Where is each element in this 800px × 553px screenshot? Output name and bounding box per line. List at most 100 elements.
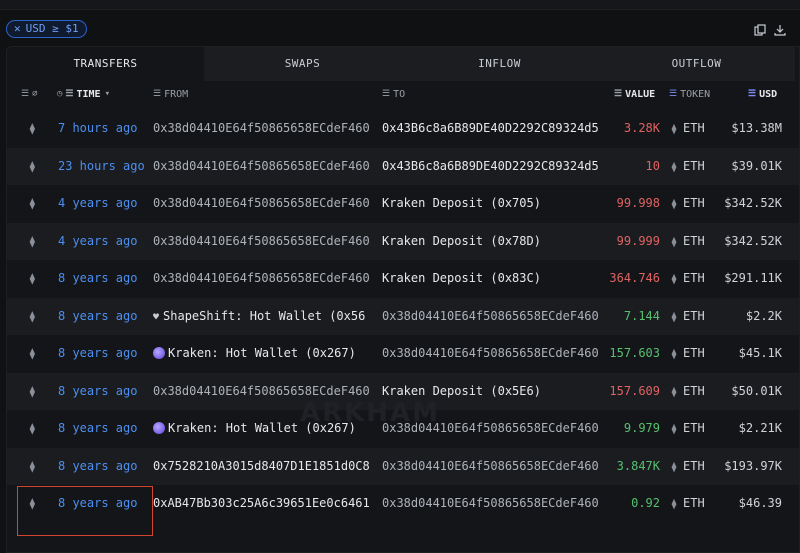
time-link[interactable]: 8 years ago [58, 335, 153, 373]
value-amount: 3.847K [616, 458, 660, 473]
ethereum-icon: ⧫ [671, 236, 678, 248]
ethereum-icon: ⧫ [29, 459, 36, 473]
arkham-watermark: ARKHAM [300, 398, 441, 428]
usd-amount: $46.39 [738, 496, 782, 510]
value-amount: 0.92 [631, 496, 660, 510]
ethereum-icon: ⧫ [29, 347, 36, 360]
copy-icon[interactable] [754, 24, 766, 36]
token-header[interactable]: ☰ TOKEN [669, 81, 710, 107]
value-amount: 157.609 [609, 383, 660, 398]
tab-inflow[interactable]: INFLOW [401, 47, 598, 81]
time-link[interactable]: 8 years ago [58, 448, 153, 486]
ethereum-icon: ⧫ [671, 199, 678, 210]
time-link[interactable]: 8 years ago [58, 260, 153, 298]
ethereum-icon: ⧫ [29, 384, 36, 398]
value-amount: 3.28K [623, 121, 660, 135]
filter-icon: ☰ [669, 89, 677, 99]
from-address[interactable]: 0x38d04410E64f50865658ECdeF460 [153, 185, 373, 223]
time-link[interactable]: 7 hours ago [58, 110, 153, 148]
top-bar [0, 0, 800, 10]
chain-filter[interactable]: ☰ ⌀ [21, 81, 38, 107]
from-header[interactable]: ☰ FROM [153, 81, 188, 107]
from-address[interactable]: 0xAB47Bb303c25A6c39651Ee0c6461 [153, 485, 373, 523]
from-address[interactable]: 0x38d04410E64f50865658ECdeF460 [153, 110, 373, 148]
table-row[interactable]: ⧫ 23 hours ago 0x38d04410E64f50865658ECd… [7, 147, 799, 186]
tab-bar: TRANSFERS SWAPS INFLOW OUTFLOW [7, 47, 799, 81]
transfers-panel: TRANSFERS SWAPS INFLOW OUTFLOW ☰ ⌀ ◷ ☰ T… [6, 46, 800, 553]
table-row[interactable]: ⧫ 7 hours ago 0x38d04410E64f50865658ECde… [7, 110, 799, 148]
download-icon[interactable] [774, 24, 786, 36]
sort-down-icon: ▾ [104, 89, 111, 99]
tab-swaps[interactable]: SWAPS [204, 47, 401, 81]
from-header-label: FROM [164, 88, 189, 100]
ethereum-icon: ⧫ [671, 386, 678, 398]
usd-amount: $45.1K [738, 346, 782, 360]
tab-outflow[interactable]: OUTFLOW [598, 47, 795, 81]
table-row[interactable]: ⧫ 8 years ago ♥ ShapeShift: Hot Wallet (0… [7, 297, 799, 336]
kraken-icon [153, 347, 165, 359]
value-header-label: VALUE [625, 88, 656, 100]
transfers-table-body: ⧫ 7 hours ago 0x38d04410E64f50865658ECde… [7, 110, 799, 523]
time-link[interactable]: 4 years ago [58, 185, 153, 223]
from-address[interactable]: 0x38d04410E64f50865658ECdeF460 [153, 223, 373, 261]
from-entity[interactable]: ♥ ShapeShift: Hot Wallet (0x56 [153, 298, 373, 336]
usd-amount: $2.21K [738, 421, 782, 435]
shapeshift-fox-icon: ♥ [153, 311, 160, 323]
ethereum-icon: ⧫ [29, 422, 36, 435]
filter-icon: ☰ [614, 89, 622, 99]
usd-header[interactable]: ☰ USD [748, 81, 777, 107]
to-header[interactable]: ☰ TO [382, 81, 405, 107]
filter-icon: ☰ [21, 89, 29, 99]
ethereum-icon: ⧫ [29, 272, 36, 285]
filter-icon: ☰ [382, 89, 390, 99]
ethereum-icon: ⧫ [671, 424, 678, 435]
ethereum-icon: ⧫ [671, 349, 678, 360]
from-address[interactable]: 0x7528210A3015d8407D1E1851d0C8 [153, 448, 373, 486]
value-amount: 99.999 [616, 233, 660, 248]
time-header[interactable]: ◷ ☰ TIME ▾ [57, 81, 111, 107]
table-row[interactable]: ⧫ 8 years ago 0x38d04410E64f50865658ECde… [7, 260, 799, 298]
ethereum-icon: ⧫ [671, 499, 678, 510]
time-link[interactable]: 8 years ago [58, 410, 153, 448]
value-amount: 99.998 [616, 196, 660, 210]
table-row[interactable]: ⧫ 8 years ago Kraken: Hot Wallet (0x267)… [7, 335, 799, 373]
usd-filter-chip[interactable]: ✕ USD ≥ $1 [6, 20, 87, 38]
ethereum-icon: ⧫ [671, 161, 678, 173]
time-header-label: TIME [76, 88, 101, 100]
ethereum-icon: ⧫ [29, 197, 36, 210]
value-amount: 157.603 [609, 346, 660, 360]
from-entity-label: Kraken: Hot Wallet (0x267) [168, 346, 356, 360]
kraken-icon [153, 422, 165, 434]
time-link[interactable]: 8 years ago [58, 373, 153, 411]
from-address[interactable]: 0x38d04410E64f50865658ECdeF460 [153, 260, 373, 298]
table-row[interactable]: ⧫ 8 years ago 0x7528210A3015d8407D1E1851… [7, 447, 799, 486]
ethereum-icon: ⧫ [671, 274, 678, 285]
time-link[interactable]: 4 years ago [58, 223, 153, 261]
ethereum-icon: ⧫ [671, 461, 678, 473]
table-header: ☰ ⌀ ◷ ☰ TIME ▾ ☰ FROM ☰ TO ☰ VALUE ☰ TOK… [7, 81, 799, 107]
usd-amount: $291.11K [724, 271, 782, 285]
table-tools [754, 24, 786, 36]
usd-amount: $13.38M [731, 121, 782, 135]
value-amount: 7.144 [623, 308, 660, 323]
table-row[interactable]: ⧫ 4 years ago 0x38d04410E64f50865658ECde… [7, 222, 799, 261]
usd-amount: $39.01K [731, 158, 782, 173]
ethereum-icon: ⧫ [29, 309, 36, 323]
usd-amount: $2.2K [745, 308, 782, 323]
usd-amount: $193.97K [724, 458, 782, 473]
ethereum-icon: ⧫ [29, 234, 36, 248]
from-address[interactable]: 0x38d04410E64f50865658ECdeF460 [153, 148, 373, 186]
from-entity[interactable]: Kraken: Hot Wallet (0x267) [153, 335, 373, 373]
ethereum-icon: ⧫ [671, 124, 678, 135]
usd-header-label: USD [759, 88, 778, 100]
time-link[interactable]: 8 years ago [58, 298, 153, 336]
time-link[interactable]: 23 hours ago [58, 148, 153, 186]
close-icon[interactable]: ✕ [14, 21, 21, 37]
usd-amount: $342.52K [724, 196, 782, 210]
value-header[interactable]: ☰ VALUE [614, 81, 655, 107]
tab-transfers[interactable]: TRANSFERS [7, 47, 204, 81]
value-amount: 10 [645, 158, 660, 173]
filter-icon: ☰ [748, 89, 756, 99]
value-amount: 9.979 [623, 421, 660, 435]
table-row[interactable]: ⧫ 4 years ago 0x38d04410E64f50865658ECde… [7, 185, 799, 223]
